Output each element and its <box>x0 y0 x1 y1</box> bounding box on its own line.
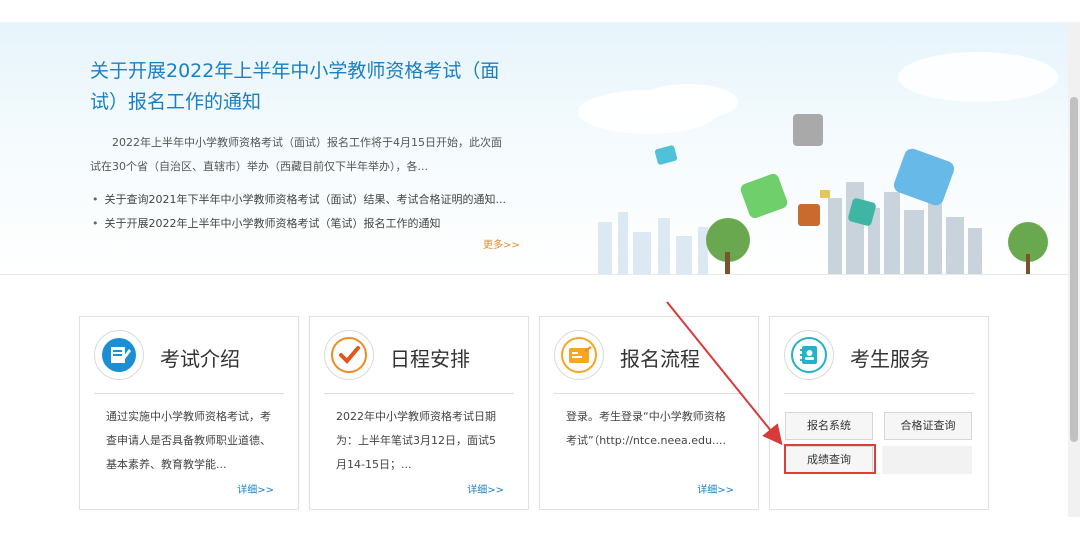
news-item[interactable]: 关于查询2021年下半年中小学教师资格考试（面试）结果、考试合格证明的通知... <box>92 188 506 212</box>
exam-intro-icon <box>94 330 144 380</box>
card-registration: 报名流程 登录。考生登录“中小学教师资格考试”（http://ntce.neea… <box>539 316 759 510</box>
checkmark-icon <box>324 330 374 380</box>
notice-title[interactable]: 关于开展2022年上半年中小学教师资格考试（面试）报名工作的通知 <box>90 56 510 118</box>
banner-illustration <box>578 52 1058 274</box>
card-title: 报名流程 <box>620 347 700 371</box>
highlight-box <box>784 444 876 474</box>
registration-system-button[interactable]: 报名系统 <box>785 412 873 440</box>
contacts-book-icon <box>784 330 834 380</box>
scrollbar[interactable] <box>1068 22 1080 517</box>
detail-link[interactable]: 详细>> <box>467 481 504 496</box>
registration-icon <box>554 330 604 380</box>
card-exam-intro: 考试介绍 通过实施中小学教师资格考试，考查申请人是否具备教师职业道德、基本素养、… <box>79 316 299 510</box>
scrollbar-thumb[interactable] <box>1070 97 1078 442</box>
card-description: 通过实施中小学教师资格考试，考查申请人是否具备教师职业道德、基本素养、教育教学能… <box>106 410 271 471</box>
detail-link[interactable]: 详细>> <box>237 481 274 496</box>
card-title: 考生服务 <box>850 347 930 371</box>
certificate-query-button[interactable]: 合格证查询 <box>884 412 972 440</box>
card-title: 考试介绍 <box>160 347 240 371</box>
card-description: 2022年中小学教师资格考试日期为：上半年笔试3月12日，面试5月14-15日；… <box>336 410 496 471</box>
card-separator <box>784 393 974 394</box>
more-link[interactable]: 更多>> <box>483 236 520 251</box>
section-divider <box>0 274 1068 275</box>
redacted-button <box>882 446 972 474</box>
news-item[interactable]: 关于开展2022年上半年中小学教师资格考试（笔试）报名工作的通知 <box>92 212 506 236</box>
card-schedule: 日程安排 2022年中小学教师资格考试日期为：上半年笔试3月12日，面试5月14… <box>309 316 529 510</box>
news-list: 关于查询2021年下半年中小学教师资格考试（面试）结果、考试合格证明的通知...… <box>92 188 506 236</box>
card-title: 日程安排 <box>390 347 470 371</box>
notice-summary: 2022年上半年中小学教师资格考试（面试）报名工作将于4月15日开始，此次面试在… <box>90 136 502 173</box>
detail-link[interactable]: 详细>> <box>697 481 734 496</box>
card-description: 登录。考生登录“中小学教师资格考试”（http://ntce.neea.edu.… <box>566 410 726 447</box>
card-separator <box>324 393 514 394</box>
card-separator <box>94 393 284 394</box>
card-separator <box>554 393 744 394</box>
